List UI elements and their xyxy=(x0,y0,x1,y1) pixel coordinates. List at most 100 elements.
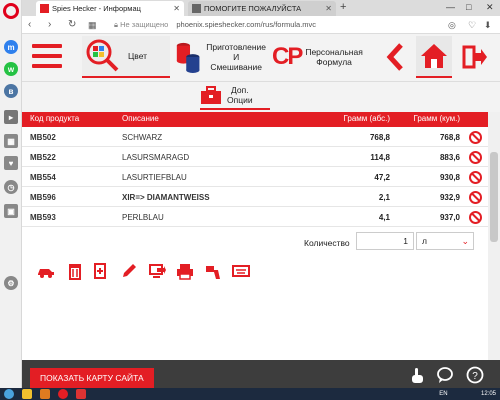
close-tab-icon[interactable]: ✕ xyxy=(325,1,332,16)
remove-row-icon[interactable] xyxy=(469,191,482,204)
quantity-input[interactable]: 1 xyxy=(356,232,414,250)
speed-dial-icon[interactable]: ▦ xyxy=(4,134,18,148)
minimize-button[interactable]: — xyxy=(446,0,455,15)
grams-abs: 2,1 xyxy=(378,193,390,202)
extensions-icon[interactable]: ▣ xyxy=(4,204,18,218)
vk-icon[interactable]: в xyxy=(4,84,18,98)
settings-icon[interactable]: ⚙ xyxy=(4,276,18,290)
col-cum-header: Грамм (кум.) xyxy=(413,114,460,123)
spies-hecker-favicon-icon xyxy=(40,4,49,13)
svg-text:?: ? xyxy=(472,371,478,382)
extra-options-line2: Опции xyxy=(227,95,253,105)
product-name: SCHWARZ xyxy=(122,133,163,142)
remove-row-icon[interactable] xyxy=(469,171,482,184)
app-taskbar-icon[interactable] xyxy=(76,389,86,399)
product-name: XIR=> DIAMANTWEISS xyxy=(122,193,210,202)
speed-dial-grid-icon[interactable]: ▦ xyxy=(88,18,97,32)
back-nav-icon[interactable]: ‹ xyxy=(28,18,31,32)
remove-row-icon[interactable] xyxy=(469,151,482,164)
start-menu-icon[interactable] xyxy=(4,389,14,399)
extra-options-button[interactable]: Доп. Опции xyxy=(200,82,270,110)
flow-icon[interactable]: ▸ xyxy=(4,110,18,124)
logout-button[interactable] xyxy=(460,36,490,78)
menu-hamburger-icon[interactable] xyxy=(32,44,62,68)
remove-row-icon[interactable] xyxy=(469,211,482,224)
tab-favicon-icon xyxy=(192,4,201,13)
close-window-button[interactable]: ✕ xyxy=(486,0,494,15)
action-toolbar xyxy=(36,262,256,282)
messenger-icon[interactable]: m xyxy=(4,40,18,54)
mixing-label: Приготовление И Смешивание xyxy=(206,42,266,72)
grams-abs: 4,1 xyxy=(378,213,390,222)
touch-hand-icon[interactable] xyxy=(408,366,426,384)
print-label-icon[interactable] xyxy=(176,262,194,280)
unit-select[interactable]: л ⌄ xyxy=(416,232,474,250)
chat-bubble-icon[interactable] xyxy=(436,366,454,384)
extra-options-label: Доп. Опции xyxy=(227,85,253,105)
url-text: phoenix.spieshecker.com/rus/formula.mvc xyxy=(176,20,317,29)
media-player-icon[interactable] xyxy=(40,389,50,399)
page-scrollbar[interactable] xyxy=(488,112,500,360)
forward-nav-icon[interactable]: › xyxy=(48,18,51,32)
show-sitemap-button[interactable]: ПОКАЗАТЬ КАРТУ САЙТА xyxy=(30,368,154,388)
grams-cum: 937,0 xyxy=(439,213,460,222)
snapshot-icon[interactable]: ◎ xyxy=(448,18,456,32)
home-button[interactable] xyxy=(416,36,452,78)
spray-gun-icon[interactable] xyxy=(204,262,222,280)
chevron-down-icon: ⌄ xyxy=(461,236,469,246)
col-name-header: Описание xyxy=(122,114,159,123)
mixing-button[interactable]: Приготовление И Смешивание xyxy=(174,36,266,78)
keyboard-icon[interactable] xyxy=(232,262,250,280)
add-car-icon[interactable] xyxy=(36,262,56,280)
system-tray: EN 12:05 xyxy=(439,389,496,399)
help-question-icon[interactable]: ? xyxy=(466,366,484,384)
color-button[interactable]: Цвет xyxy=(82,36,170,78)
whatsapp-icon[interactable]: w xyxy=(4,62,18,76)
grams-cum: 883,6 xyxy=(439,153,460,162)
reload-icon[interactable]: ↻ xyxy=(68,18,76,32)
product-code: MB522 xyxy=(30,153,56,162)
download-icon[interactable]: ⬇ xyxy=(484,18,492,32)
grams-abs: 114,8 xyxy=(370,153,390,162)
history-icon[interactable]: ◷ xyxy=(4,180,18,194)
chevron-left-icon xyxy=(386,43,403,71)
home-icon xyxy=(421,44,447,68)
tab-spies-hecker[interactable]: Spies Hecker - Информац ✕ xyxy=(36,1,184,16)
product-name: LASURSMARAGD xyxy=(122,153,190,162)
formula-table-header: Код продукта Описание Грамм (абс.) Грамм… xyxy=(22,112,488,127)
product-code: MB554 xyxy=(30,173,56,182)
url-field[interactable]: 🔒︎ Не защищено phoenix.spieshecker.com/r… xyxy=(114,18,454,32)
opera-logo-icon[interactable] xyxy=(3,3,19,19)
opera-taskbar-icon[interactable] xyxy=(58,389,68,399)
quantity-label: Количество xyxy=(304,238,350,248)
bottom-bar: ПОКАЗАТЬ КАРТУ САЙТА ? xyxy=(22,360,500,388)
back-button[interactable] xyxy=(380,36,410,78)
export-screen-icon[interactable] xyxy=(148,262,166,280)
extra-options-line1: Доп. xyxy=(231,85,249,95)
table-row: MB522 LASURSMARAGD 114,8 883,6 xyxy=(22,148,488,167)
tab-help[interactable]: ПОМОГИТЕ ПОЖАЛУЙСТА ✕ xyxy=(188,1,336,16)
browser-sidebar: m w в ▸ ▦ ♥ ◷ ▣ ⚙ xyxy=(0,0,22,388)
close-tab-icon[interactable]: ✕ xyxy=(173,1,180,16)
trash-icon[interactable] xyxy=(66,262,84,280)
color-search-icon xyxy=(86,39,119,72)
remove-row-icon[interactable] xyxy=(469,131,482,144)
unit-select-value: л xyxy=(422,236,427,246)
table-row: MB554 LASURTIEFBLAU 47,2 930,8 xyxy=(22,168,488,187)
bookmark-heart-icon[interactable]: ♡ xyxy=(468,18,476,32)
maximize-button[interactable]: □ xyxy=(466,0,471,15)
edit-pencil-icon[interactable] xyxy=(120,262,138,280)
add-document-icon[interactable] xyxy=(92,262,110,280)
bookmarks-icon[interactable]: ♥ xyxy=(4,156,18,170)
clock[interactable]: 12:05 xyxy=(481,391,496,397)
personal-formula-button[interactable]: CP Персональная Формула xyxy=(272,36,372,78)
mixing-label-line2: И xyxy=(233,52,240,62)
explorer-icon[interactable] xyxy=(22,389,32,399)
table-row: MB596 XIR=> DIAMANTWEISS 2,1 932,9 xyxy=(22,188,488,207)
mixing-label-line3: Смешивание xyxy=(210,62,262,72)
grams-abs: 768,8 xyxy=(369,133,390,142)
scrollbar-thumb[interactable] xyxy=(490,152,498,242)
new-tab-icon[interactable]: + xyxy=(340,0,346,15)
language-indicator[interactable]: EN xyxy=(439,391,447,397)
extra-options-bar: Доп. Опции xyxy=(22,82,500,112)
